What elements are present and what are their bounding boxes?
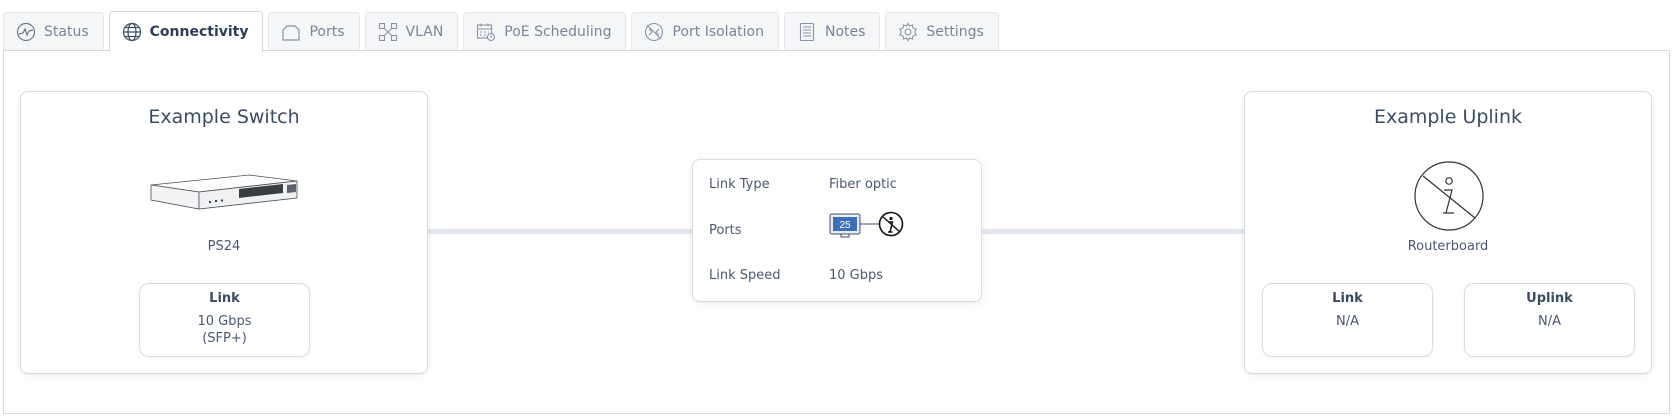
link-info-box: Link Type Fiber optic Ports 25 Link Spee… <box>692 159 982 302</box>
ports-row: Ports 25 <box>709 211 971 241</box>
tab-status[interactable]: Status <box>3 12 104 51</box>
uplink-link-label: Link <box>1332 291 1363 306</box>
switch-model: PS24 <box>207 239 241 254</box>
tab-poe-scheduling[interactable]: PoE Scheduling <box>463 12 627 51</box>
link-type-row: Link Type Fiber optic <box>709 177 971 195</box>
tab-settings[interactable]: Settings <box>885 12 999 51</box>
connector-line-right <box>982 229 1248 234</box>
tab-port-isolation[interactable]: Port Isolation <box>631 12 779 51</box>
switch-link-stat: Link 10 Gbps (SFP+) <box>139 283 310 357</box>
switch-device-image <box>150 174 298 210</box>
tab-label: Connectivity <box>149 24 249 40</box>
uplink-uplink-label: Uplink <box>1526 291 1573 306</box>
unknown-device-icon <box>1414 161 1484 231</box>
switch-link-value: 10 Gbps <box>197 314 252 329</box>
vlan-icon <box>378 22 398 42</box>
tab-bar: Status Connectivity Ports VLAN PoE Sched… <box>3 11 1004 52</box>
tab-label: Status <box>44 24 89 40</box>
activity-icon <box>16 22 36 42</box>
tab-connectivity[interactable]: Connectivity <box>108 11 264 52</box>
connectivity-panel: Example Switch PS24 Link 10 Gbps (SFP+) … <box>3 50 1670 414</box>
switch-link-detail: (SFP+) <box>202 331 247 346</box>
isolation-icon <box>644 22 664 42</box>
switch-card: Example Switch PS24 Link 10 Gbps (SFP+) <box>20 91 428 374</box>
uplink-uplink-stat: Uplink N/A <box>1464 283 1635 357</box>
uplink-title: Example Uplink <box>1373 106 1523 128</box>
tab-label: Notes <box>824 24 866 40</box>
ports-icon <box>281 22 301 42</box>
port-number: 25 <box>839 220 851 231</box>
ports-label: Ports <box>709 223 742 238</box>
link-speed-value: 10 Gbps <box>829 268 884 283</box>
uplink-device-label: Routerboard <box>1407 239 1489 254</box>
calendar-icon <box>476 22 496 42</box>
uplink-card: Example Uplink Routerboard Link N/A Upli… <box>1244 91 1652 374</box>
gear-icon <box>898 22 918 42</box>
tab-label: Port Isolation <box>672 24 764 40</box>
link-type-value: Fiber optic <box>829 177 897 192</box>
globe-icon <box>122 22 142 42</box>
tab-vlan[interactable]: VLAN <box>364 12 459 51</box>
uplink-link-value: N/A <box>1336 314 1359 329</box>
tab-label: Ports <box>309 24 345 40</box>
connector-line-left <box>428 229 692 234</box>
tab-ports[interactable]: Ports <box>268 12 360 51</box>
link-speed-label: Link Speed <box>709 268 781 283</box>
link-type-label: Link Type <box>709 177 770 192</box>
switch-link-label: Link <box>209 291 240 306</box>
tab-notes[interactable]: Notes <box>783 12 881 51</box>
switch-title: Example Switch <box>148 106 300 128</box>
uplink-link-stat: Link N/A <box>1262 283 1433 357</box>
port-connection-graphic[interactable]: 25 <box>829 211 909 241</box>
notes-icon <box>797 22 817 42</box>
uplink-uplink-value: N/A <box>1538 314 1561 329</box>
link-speed-row: Link Speed 10 Gbps <box>709 268 971 286</box>
tab-label: PoE Scheduling <box>504 24 612 40</box>
tab-label: VLAN <box>405 24 444 40</box>
tab-label: Settings <box>926 24 984 40</box>
